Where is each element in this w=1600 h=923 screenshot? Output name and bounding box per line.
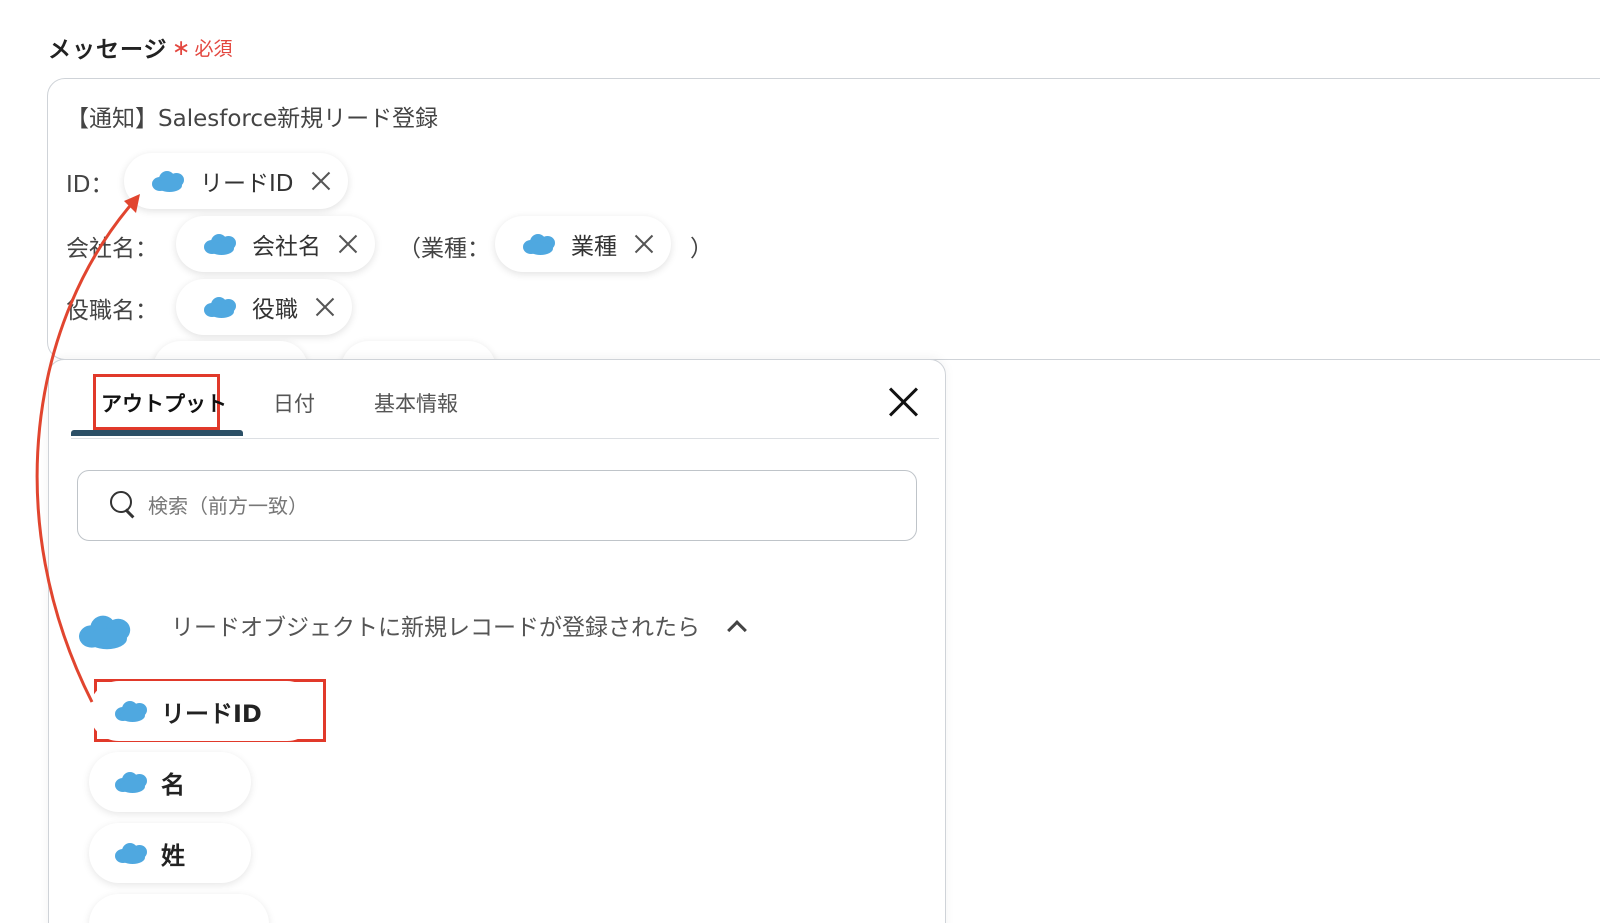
section-header[interactable]: リードオブジェクトに新規レコードが登録されたら xyxy=(79,600,747,650)
chip-position[interactable]: 役職 xyxy=(176,279,352,335)
chip-label: リードID xyxy=(200,171,294,197)
chip-partial xyxy=(341,341,496,359)
required-star: ∗ xyxy=(172,36,191,61)
industry-close-text: ） xyxy=(690,236,713,262)
close-icon[interactable] xyxy=(633,233,655,255)
output-item-first-name[interactable]: 名 xyxy=(89,752,251,812)
chip-label: 業種 xyxy=(571,234,617,260)
message-field-label: メッセージ xyxy=(48,37,168,63)
close-icon[interactable] xyxy=(887,386,919,418)
salesforce-cloud-icon xyxy=(204,233,238,255)
item-label: リードID xyxy=(161,699,262,728)
salesforce-cloud-icon xyxy=(115,700,149,722)
message-editor[interactable]: 【通知】Salesforce新規リード登録 ID： リードID 会社名： 会社名… xyxy=(47,78,1600,360)
company-label: 会社名： xyxy=(66,236,158,262)
id-label: ID： xyxy=(66,172,114,198)
search-icon xyxy=(110,491,138,521)
title-label: 役職名： xyxy=(66,298,158,324)
salesforce-cloud-icon xyxy=(204,296,238,318)
message-line-title: 【通知】Salesforce新規リード登録 xyxy=(66,106,439,132)
output-picker-panel: アウトプット 日付 基本情報 リードオブジェクトに新規レコードが登録されたら リ… xyxy=(48,359,946,923)
salesforce-cloud-icon xyxy=(115,842,149,864)
close-icon[interactable] xyxy=(337,233,359,255)
tab-date[interactable]: 日付 xyxy=(273,388,315,418)
required-indicator: ∗ 必須 xyxy=(172,34,232,61)
tab-basic-info[interactable]: 基本情報 xyxy=(374,388,458,418)
industry-open-text: （業種： xyxy=(398,236,490,262)
tab-output[interactable]: アウトプット xyxy=(101,388,227,418)
search-box xyxy=(77,470,917,541)
chip-lead-id[interactable]: リードID xyxy=(124,153,348,209)
chip-company[interactable]: 会社名 xyxy=(176,216,375,272)
output-item-partial[interactable] xyxy=(89,894,269,923)
salesforce-cloud-icon xyxy=(523,233,557,255)
salesforce-cloud-icon xyxy=(79,614,133,650)
salesforce-cloud-icon xyxy=(152,170,186,192)
chip-partial xyxy=(153,341,308,359)
section-title: リードオブジェクトに新規レコードが登録されたら xyxy=(171,615,700,641)
chip-industry[interactable]: 業種 xyxy=(495,216,671,272)
item-label: 名 xyxy=(161,770,185,799)
tab-divider xyxy=(71,438,939,439)
output-item-last-name[interactable]: 姓 xyxy=(89,823,251,883)
chip-label: 役職 xyxy=(252,297,298,323)
close-icon[interactable] xyxy=(310,170,332,192)
chip-label: 会社名 xyxy=(252,234,321,260)
chevron-up-icon[interactable] xyxy=(727,620,747,640)
output-item-lead-id[interactable]: リードID xyxy=(89,681,317,741)
item-label: 姓 xyxy=(161,841,185,870)
salesforce-cloud-icon xyxy=(115,771,149,793)
close-icon[interactable] xyxy=(314,296,336,318)
search-input[interactable] xyxy=(148,491,888,521)
required-text: 必須 xyxy=(194,38,233,60)
active-tab-indicator xyxy=(71,430,243,436)
